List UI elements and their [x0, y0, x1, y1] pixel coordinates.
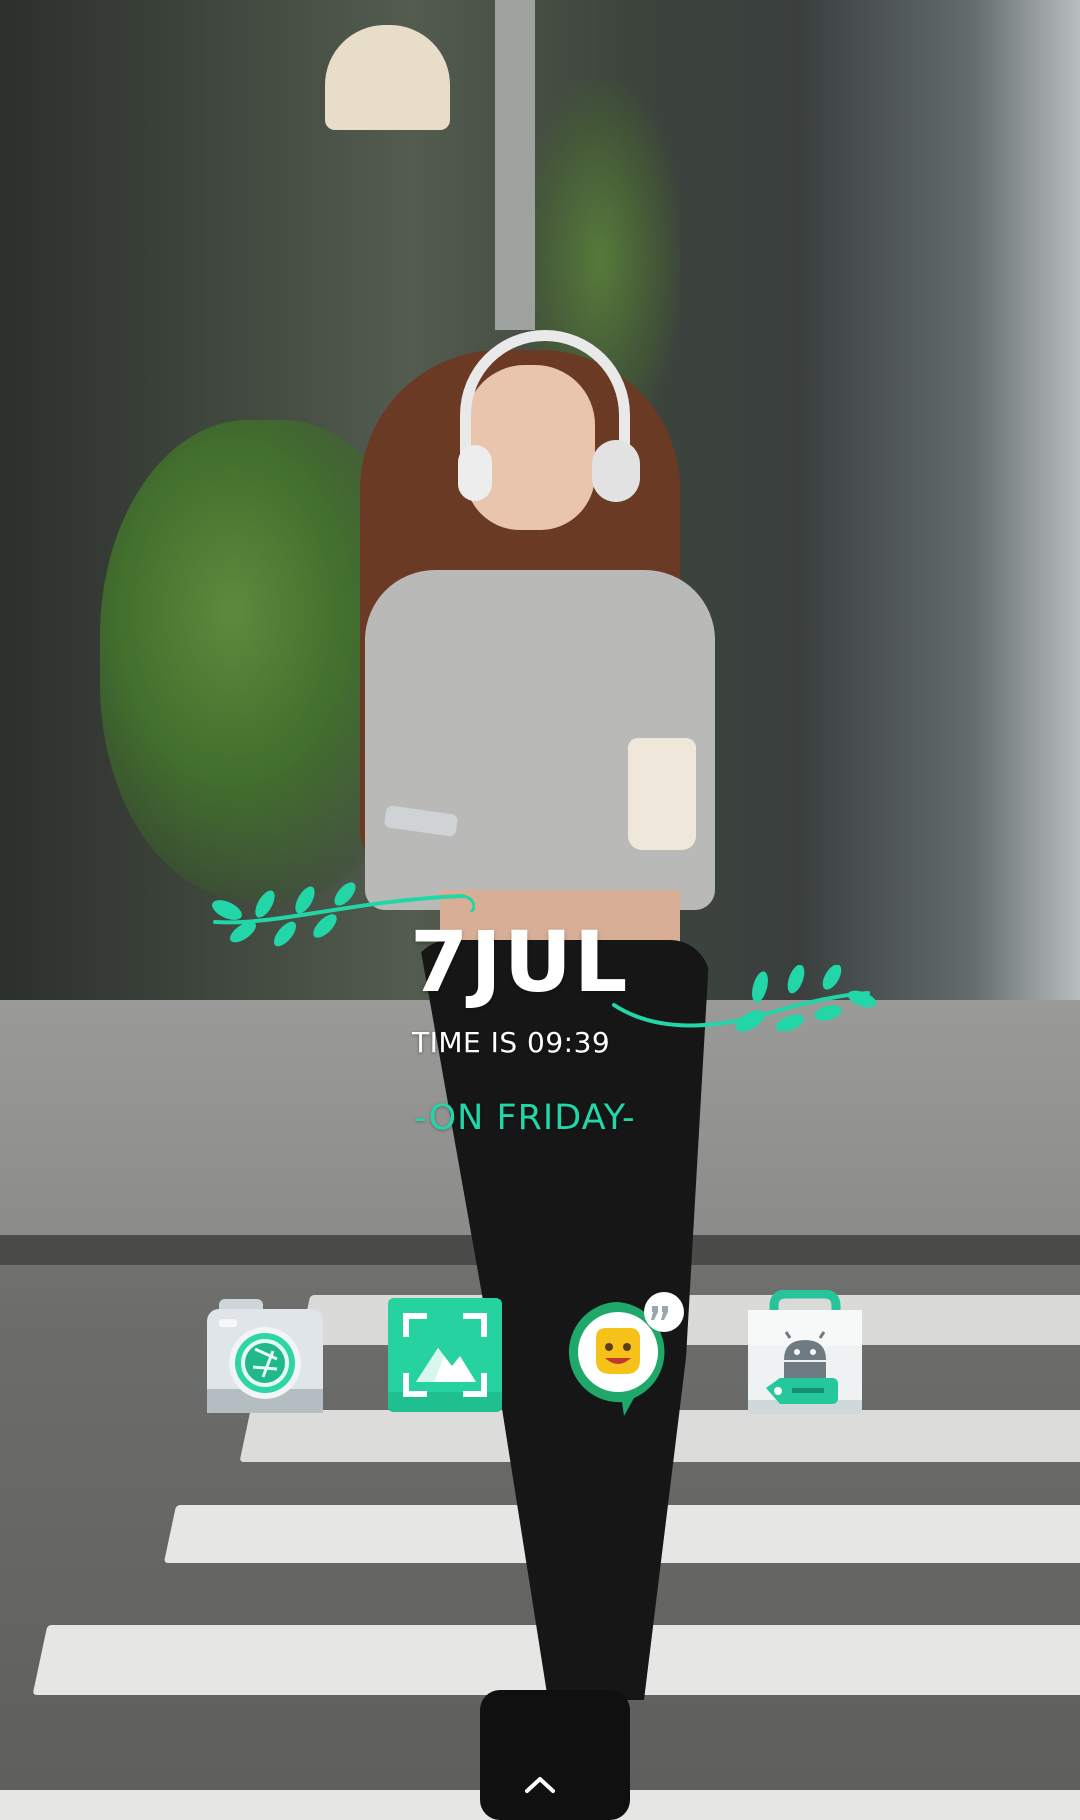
camera-icon: [207, 1299, 323, 1413]
widget-time: TIME IS 09:39: [412, 1026, 611, 1059]
gallery-scan-app-button[interactable]: [380, 1290, 510, 1420]
wallpaper-pole: [495, 0, 535, 330]
chevron-up-icon: [525, 1777, 555, 1793]
wallpaper-person-boots: [480, 1690, 630, 1820]
app-dock: [200, 1290, 880, 1430]
android-store-app-button[interactable]: [740, 1290, 870, 1420]
emoji-chat-icon: [568, 1292, 684, 1416]
camera-app-button[interactable]: [200, 1290, 330, 1420]
widget-day: -ON FRIDAY-: [414, 1098, 636, 1138]
wallpaper-headphones-left: [458, 445, 492, 501]
gallery-scan-icon: [388, 1298, 502, 1412]
vine-right-icon: [612, 965, 877, 1032]
emoji-chat-app-button[interactable]: [560, 1290, 690, 1420]
widget-date: 7JUL: [410, 913, 630, 1011]
wallpaper-headphones-right: [592, 440, 640, 502]
wallpaper-coffee-cup: [628, 738, 696, 850]
swipe-up-button[interactable]: [516, 1768, 564, 1800]
clock-widget[interactable]: 7JUL TIME IS 09:39 -ON FRIDAY-: [0, 880, 1080, 1140]
wallpaper-lamp: [325, 25, 450, 130]
android-store-icon: [748, 1290, 862, 1414]
